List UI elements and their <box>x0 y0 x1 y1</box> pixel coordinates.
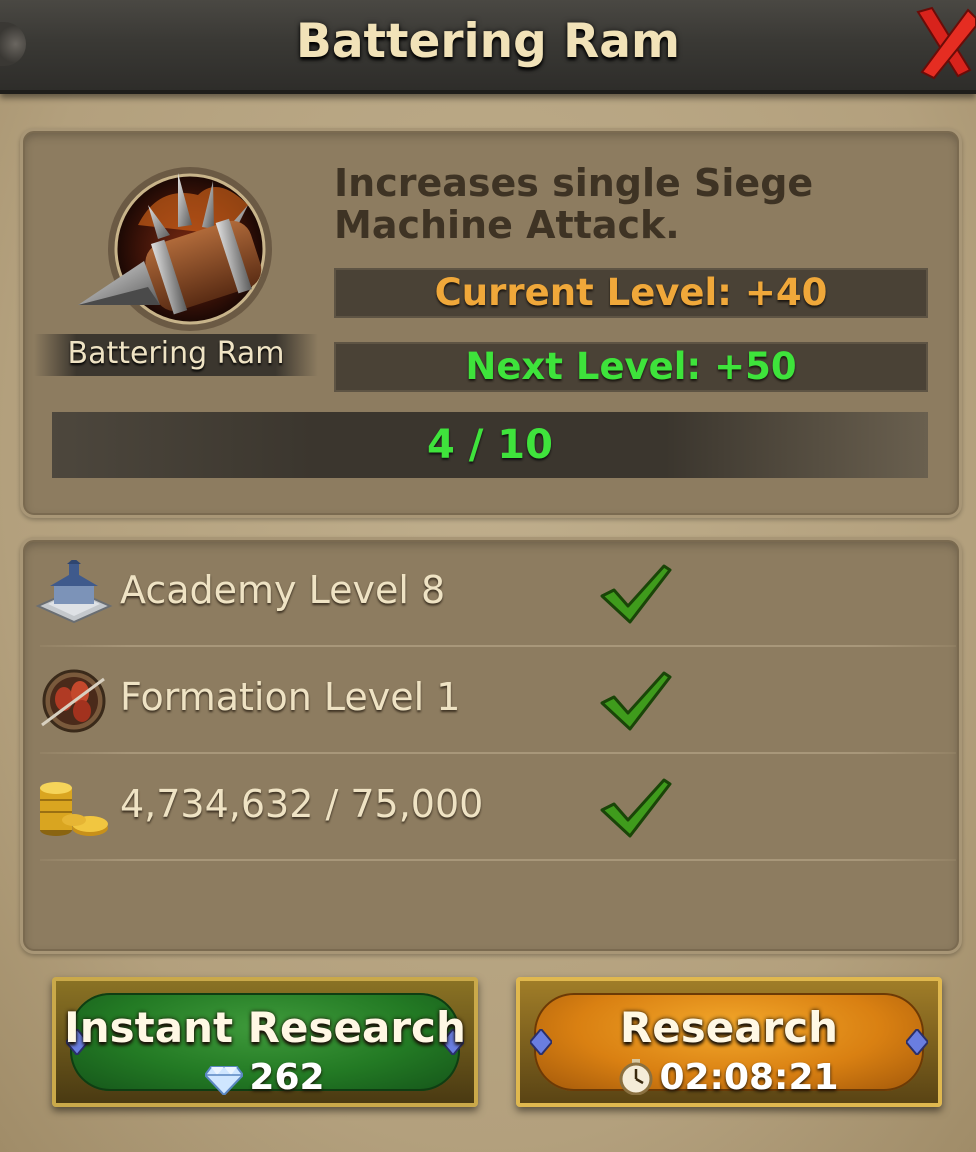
formation-icon <box>34 667 114 733</box>
research-description: Increases single Siege Machine Attack. <box>334 161 814 247</box>
academy-building-icon <box>34 558 114 626</box>
requirement-row: Formation Level 1 <box>30 647 956 754</box>
checkmark-icon <box>600 562 672 624</box>
checkmark-icon <box>600 776 672 838</box>
row-divider <box>40 859 956 861</box>
checkmark-icon <box>600 669 672 731</box>
requirement-row: 4,734,632 / 75,000 <box>30 754 956 861</box>
research-label: Research <box>619 1003 839 1052</box>
close-x-icon <box>916 6 976 80</box>
level-progress-bar: 4 / 10 <box>52 412 928 478</box>
next-level-bar: Next Level: +50 <box>334 342 928 392</box>
current-level-bar: Current Level: +40 <box>334 268 928 318</box>
gold-coins-icon <box>34 774 114 840</box>
research-dialog: Battering Ram Battering Ram Increases si… <box>0 0 976 1152</box>
research-time-value: 02:08:21 <box>659 1057 839 1098</box>
instant-research-button[interactable]: Instant Research 262 <box>52 977 478 1107</box>
gem-cost-value: 262 <box>249 1057 325 1098</box>
requirement-row: Academy Level 8 <box>30 540 956 647</box>
gem-icon <box>204 1066 245 1097</box>
dialog-title: Battering Ram <box>296 14 680 69</box>
research-time: 02:08:21 <box>520 1057 938 1098</box>
battering-ram-icon <box>78 165 278 340</box>
instant-research-label: Instant Research <box>64 1003 466 1052</box>
requirement-label: Formation Level 1 <box>120 675 461 719</box>
item-name: Battering Ram <box>67 336 285 371</box>
requirement-label: Academy Level 8 <box>120 568 446 612</box>
title-bar: Battering Ram <box>0 0 976 94</box>
close-button[interactable] <box>912 0 976 86</box>
research-button[interactable]: Research 02:08:21 <box>516 977 942 1107</box>
instant-research-cost: 262 <box>56 1057 474 1098</box>
stopwatch-icon <box>619 1059 653 1096</box>
requirement-label: 4,734,632 / 75,000 <box>120 782 484 826</box>
